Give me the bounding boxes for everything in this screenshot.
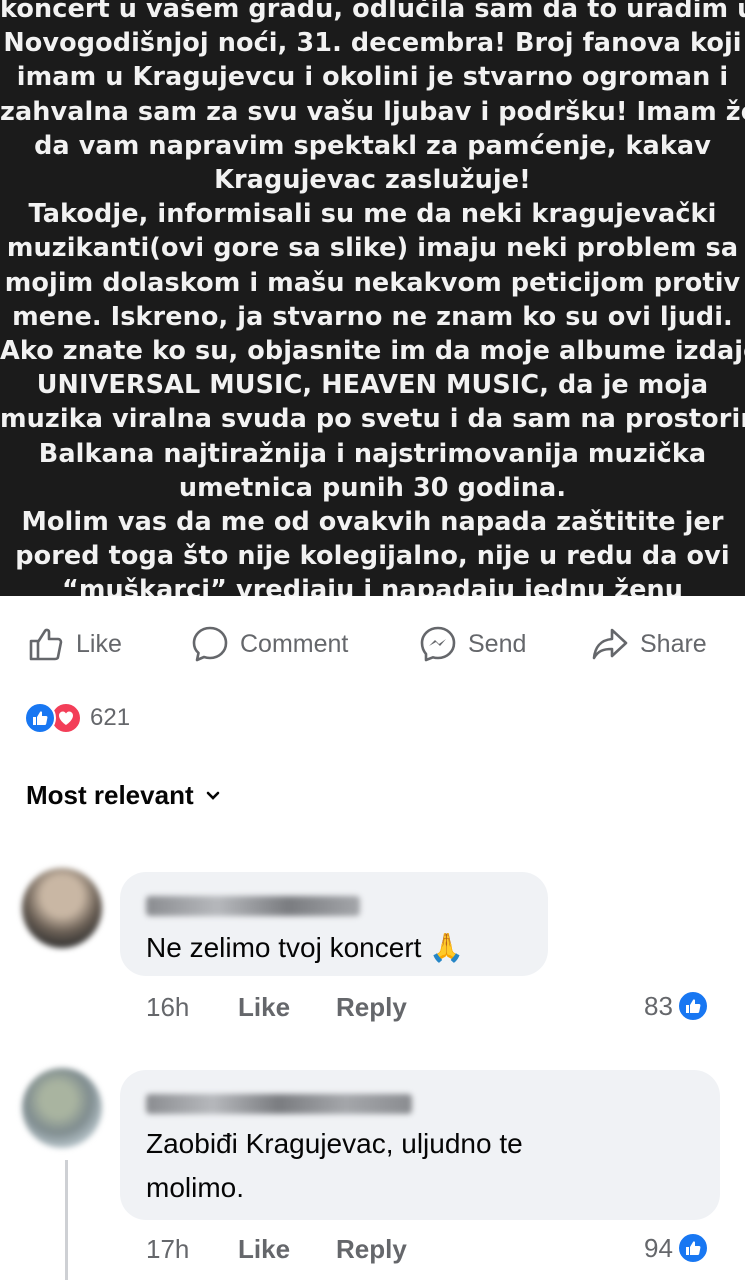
chevron-down-icon [206, 791, 220, 801]
send-button[interactable]: Send [418, 618, 526, 670]
post-line: Balkana najtiražnija i najstrimovanija m… [38, 438, 707, 469]
post-line: zahvalna sam za svu vašu ljubav i podršk… [0, 96, 745, 127]
comment-text-line: Zaobiđi Kragujevac, uljudno te [146, 1128, 523, 1159]
comment-like-count[interactable]: 94 [644, 1232, 709, 1264]
post-action-bar: Like Comment Send Share [0, 618, 745, 670]
like-button[interactable]: Like [26, 618, 122, 670]
post-line: “muškarci” vredjaju i napadaju jednu žen… [61, 575, 684, 596]
post-line: muzika viralna svuda po svetu i da sam n… [0, 404, 745, 435]
post-line: da vam napravim spektakl za pamćenje, ka… [34, 130, 711, 161]
comment-text-line: molimo. [146, 1172, 245, 1203]
comment-author-name[interactable] [146, 896, 360, 916]
comment-bubble-icon [190, 624, 230, 664]
reply-thread-line [65, 1160, 68, 1280]
comment-reply-button[interactable]: Reply [336, 992, 407, 1023]
avatar[interactable] [22, 1068, 102, 1148]
share-label: Share [640, 629, 707, 658]
post-line: mene. Iskreno, ja stvarno ne znam ko su … [12, 301, 733, 332]
post-line: Molim vas da me od ovakvih napada zaštit… [21, 507, 724, 538]
comment-reply-button[interactable]: Reply [336, 1234, 407, 1265]
post-line: mojim dolaskom i mašu nekakvom peticijom… [4, 267, 741, 298]
avatar[interactable] [22, 868, 102, 948]
share-arrow-icon [590, 624, 630, 664]
messenger-icon [418, 624, 458, 664]
comment-time[interactable]: 17h [146, 1234, 189, 1265]
post-line: pored toga što nije kolegijalno, nije u … [15, 541, 730, 572]
post-line: Ako znate ko su, objasnite im da moje al… [0, 336, 745, 367]
like-reaction-icon [676, 1232, 709, 1264]
post-line: Novogodišnjoj noći, 31. decembra! Broj f… [3, 28, 742, 59]
comment-bubble: Zaobiđi Kragujevac, uljudno te molimo. [120, 1070, 720, 1220]
comment-text: Ne zelimo tvoj koncert 🙏 [146, 932, 465, 963]
post-line: imam u Kragujevcu i okolini je stvarno o… [16, 62, 729, 93]
like-reaction-icon [24, 702, 56, 734]
sort-label: Most relevant [26, 780, 194, 810]
like-reaction-icon [676, 990, 709, 1022]
comment-author-name[interactable] [146, 1094, 412, 1114]
post-text: koncert u vašem gradu, odlučila sam da t… [0, 0, 745, 596]
comment-like-button[interactable]: Like [238, 1234, 290, 1265]
post-line: UNIVERSAL MUSIC, HEAVEN MUSIC, da je moj… [36, 370, 709, 401]
like-count-value: 83 [644, 990, 673, 1021]
thumbs-up-icon [26, 624, 66, 664]
post-line: koncert u vašem gradu, odlučila sam da t… [0, 0, 745, 24]
post-line: Kragujevac zaslužuje! [214, 165, 531, 196]
share-button[interactable]: Share [590, 618, 707, 670]
reaction-count: 621 [90, 704, 131, 731]
comment-bubble: Ne zelimo tvoj koncert 🙏 [120, 872, 548, 976]
comment-like-count[interactable]: 83 [644, 990, 709, 1022]
comment-text: Zaobiđi Kragujevac, uljudno te molimo. [146, 1122, 523, 1210]
like-label: Like [76, 629, 122, 658]
post-line: Takodje, informisali su me da neki kragu… [28, 199, 717, 230]
send-label: Send [468, 629, 527, 658]
post-line: muzikanti(ovi gore sa slike) imaju neki … [6, 233, 739, 264]
comment-button[interactable]: Comment [190, 618, 348, 670]
like-count-value: 94 [644, 1232, 673, 1263]
post-line: umetnica punih 30 godina. [178, 472, 567, 503]
post-image[interactable]: koncert u vašem gradu, odlučila sam da t… [0, 0, 745, 596]
comment-label: Comment [240, 629, 349, 658]
comment-like-button[interactable]: Like [238, 992, 290, 1023]
reactions-summary[interactable]: 621 [24, 700, 130, 736]
comment-time[interactable]: 16h [146, 992, 189, 1023]
comment-sort-dropdown[interactable]: Most relevant [26, 780, 220, 811]
